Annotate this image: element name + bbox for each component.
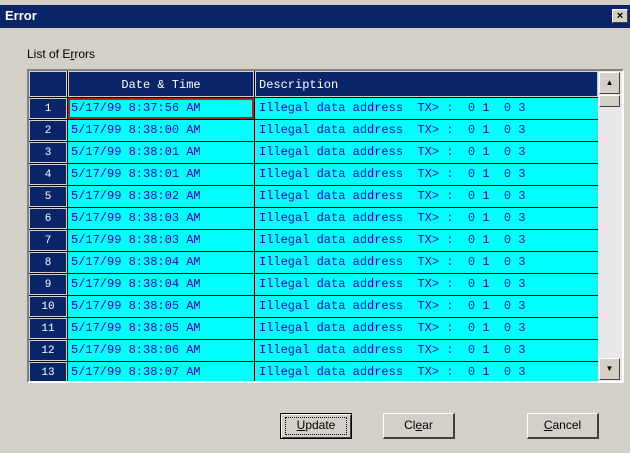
window-title: Error [5,8,37,23]
column-header-number[interactable] [29,71,67,97]
row-number[interactable]: 1 [29,98,67,119]
table-row[interactable]: 10 5/17/99 8:38:05 AM Illegal data address… [29,296,598,318]
title-bar[interactable]: Error × [0,5,630,28]
error-dialog: Error × List of Errors Date & Time Descr… [0,0,630,453]
row-number[interactable]: 9 [29,274,67,295]
update-button[interactable]: Update [280,413,352,439]
cancel-button[interactable]: Cancel [527,413,599,439]
cell-date-time[interactable]: 5/17/99 8:38:03 AM [68,230,254,251]
cell-date-time[interactable]: 5/17/99 8:38:02 AM [68,186,254,207]
table-row[interactable]: 13 5/17/99 8:38:07 AM Illegal data address… [29,362,598,381]
cell-description[interactable]: Illegal data address TX> : 0 1 0 3 [255,230,598,251]
cell-date-time[interactable]: 5/17/99 8:38:03 AM [68,208,254,229]
cell-date-time[interactable]: 5/17/99 8:38:00 AM [68,120,254,141]
table-row[interactable]: 3 5/17/99 8:38:01 AM Illegal data address … [29,142,598,164]
column-header-date-time[interactable]: Date & Time [68,71,254,97]
row-number[interactable]: 12 [29,340,67,361]
cell-description[interactable]: Illegal data address TX> : 0 1 0 3 [255,296,598,317]
cell-date-time[interactable]: 5/17/99 8:38:04 AM [68,252,254,273]
cell-date-time[interactable]: 5/17/99 8:38:06 AM [68,340,254,361]
scroll-thumb[interactable] [599,95,620,107]
cell-description[interactable]: Illegal data address TX> : 0 1 0 3 [255,274,598,295]
row-number[interactable]: 10 [29,296,67,317]
row-number[interactable]: 6 [29,208,67,229]
row-number[interactable]: 8 [29,252,67,273]
cell-description[interactable]: Illegal data address TX> : 0 1 0 3 [255,252,598,273]
scroll-down-button[interactable]: ▼ [599,358,620,380]
arrow-up-icon: ▲ [605,78,614,87]
table-row[interactable]: 2 5/17/99 8:38:00 AM Illegal data address … [29,120,598,142]
table-row[interactable]: 12 5/17/99 8:38:06 AM Illegal data address… [29,340,598,362]
row-number[interactable]: 5 [29,186,67,207]
table-row[interactable]: 4 5/17/99 8:38:01 AM Illegal data address … [29,164,598,186]
focus-rect [285,417,347,435]
cell-description[interactable]: Illegal data address TX> : 0 1 0 3 [255,164,598,185]
vertical-scrollbar[interactable]: ▲ ▼ [598,71,622,381]
scroll-up-button[interactable]: ▲ [599,72,620,94]
cell-date-time[interactable]: 5/17/99 8:38:07 AM [68,362,254,381]
table-row[interactable]: 5 5/17/99 8:38:02 AM Illegal data address … [29,186,598,208]
cell-description[interactable]: Illegal data address TX> : 0 1 0 3 [255,208,598,229]
cell-date-time[interactable]: 5/17/99 8:37:56 AM [68,98,254,119]
close-button[interactable]: × [612,9,628,23]
cell-date-time[interactable]: 5/17/99 8:38:05 AM [68,296,254,317]
row-number[interactable]: 4 [29,164,67,185]
table-row[interactable]: 1 5/17/99 8:37:56 AM Illegal data address … [29,98,598,120]
table-row[interactable]: 11 5/17/99 8:38:05 AM Illegal data address… [29,318,598,340]
row-number[interactable]: 11 [29,318,67,339]
cell-date-time[interactable]: 5/17/99 8:38:04 AM [68,274,254,295]
cell-description[interactable]: Illegal data address TX> : 0 1 0 3 [255,186,598,207]
cell-date-time[interactable]: 5/17/99 8:38:01 AM [68,164,254,185]
cell-description[interactable]: Illegal data address TX> : 0 1 0 3 [255,98,598,119]
arrow-down-icon: ▼ [605,364,614,373]
column-header-description[interactable]: Description [255,71,598,97]
cell-date-time[interactable]: 5/17/99 8:38:05 AM [68,318,254,339]
row-number[interactable]: 7 [29,230,67,251]
row-number[interactable]: 2 [29,120,67,141]
error-grid[interactable]: Date & Time Description 1 5/17/99 8:37:56… [27,69,624,383]
cell-date-time[interactable]: 5/17/99 8:38:01 AM [68,142,254,163]
row-number[interactable]: 3 [29,142,67,163]
cell-description[interactable]: Illegal data address TX> : 0 1 0 3 [255,362,598,381]
table-row[interactable]: 7 5/17/99 8:38:03 AM Illegal data address … [29,230,598,252]
cell-description[interactable]: Illegal data address TX> : 0 1 0 3 [255,340,598,361]
cell-description[interactable]: Illegal data address TX> : 0 1 0 3 [255,318,598,339]
cell-description[interactable]: Illegal data address TX> : 0 1 0 3 [255,120,598,141]
close-icon: × [616,10,624,22]
row-number[interactable]: 13 [29,362,67,381]
table-row[interactable]: 6 5/17/99 8:38:03 AM Illegal data address … [29,208,598,230]
table-row[interactable]: 8 5/17/99 8:38:04 AM Illegal data address … [29,252,598,274]
table-row[interactable]: 9 5/17/99 8:38:04 AM Illegal data address … [29,274,598,296]
clear-button[interactable]: Clear [383,413,455,439]
list-of-errors-label: List of Errors [27,47,96,61]
cell-description[interactable]: Illegal data address TX> : 0 1 0 3 [255,142,598,163]
